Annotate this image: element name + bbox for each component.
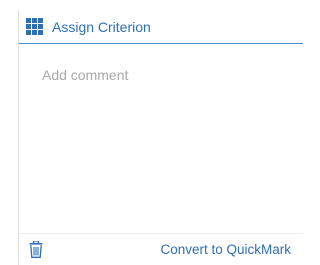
assign-criterion-button[interactable]: Assign Criterion: [19, 10, 303, 44]
trash-icon[interactable]: [29, 241, 43, 258]
convert-to-quickmark-button[interactable]: Convert to QuickMark: [160, 242, 291, 257]
panel-footer: Convert to QuickMark: [19, 233, 303, 265]
comment-input[interactable]: [19, 45, 303, 233]
assign-criterion-label: Assign Criterion: [52, 18, 151, 35]
comment-panel: Assign Criterion Convert to QuickMark: [18, 10, 303, 265]
grid-icon: [26, 18, 43, 35]
